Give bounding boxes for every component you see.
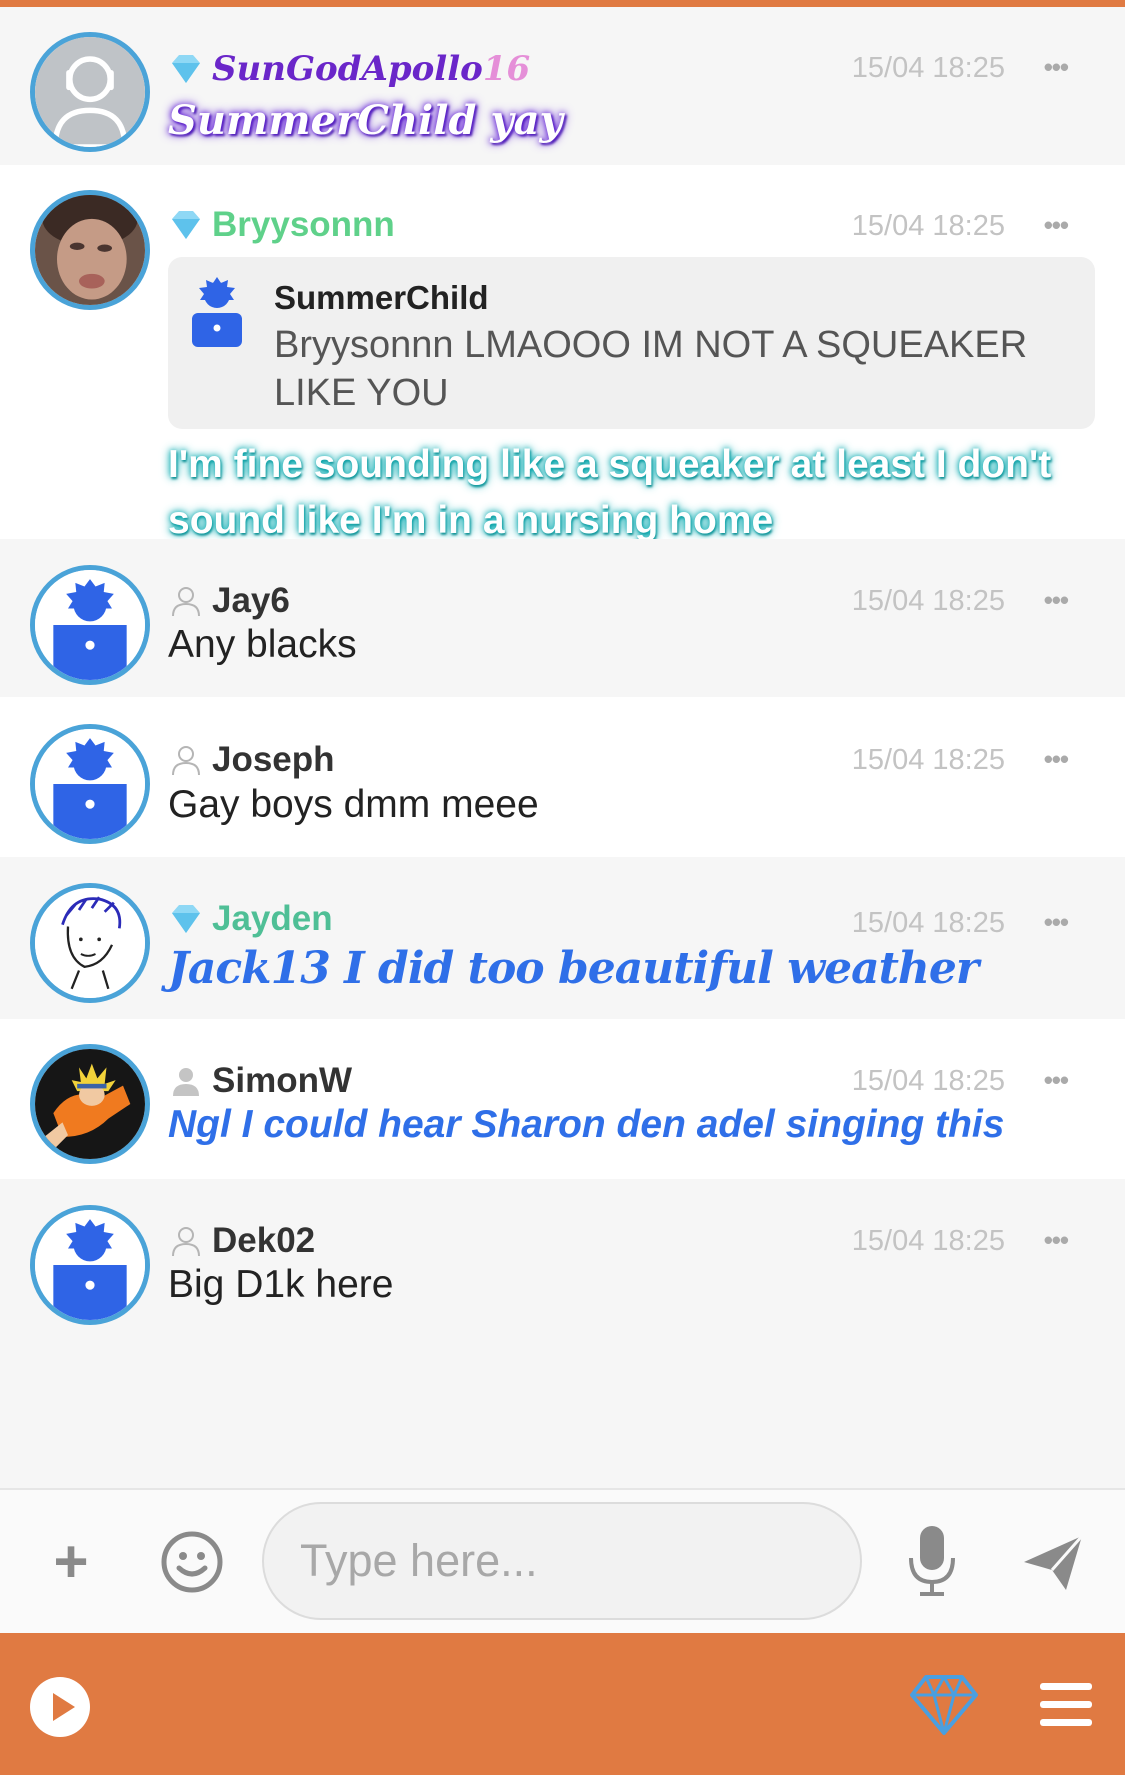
default-user-avatar-icon: [35, 1210, 145, 1320]
avatar[interactable]: [30, 565, 150, 685]
username[interactable]: SimonW: [212, 1061, 352, 1101]
timestamp: 15/04 18:25: [851, 907, 1005, 939]
sketch-avatar-icon: [35, 888, 145, 998]
chat-message[interactable]: Joseph 15/04 18:25 ••• Gay boys dmm meee: [0, 697, 1125, 857]
message-input[interactable]: [300, 1528, 820, 1594]
username[interactable]: Joseph: [212, 740, 335, 780]
message-text: SummerChild yay: [168, 97, 563, 144]
message-text: Jack13 I did too beautiful weather: [168, 943, 979, 994]
user-outline-icon: [168, 1223, 204, 1259]
diamond-icon: [168, 207, 204, 243]
avatar[interactable]: [30, 1205, 150, 1325]
message-composer: +: [0, 1488, 1125, 1633]
username[interactable]: Jay6: [212, 581, 290, 621]
chat-message[interactable]: Dek02 15/04 18:25 ••• Big D1k here: [0, 1179, 1125, 1488]
user-outline-icon: [168, 583, 204, 619]
play-icon[interactable]: [28, 1675, 92, 1739]
add-attachment-button[interactable]: +: [46, 1532, 96, 1592]
message-text: Big D1k here: [168, 1263, 394, 1306]
timestamp: 15/04 18:25: [851, 1225, 1005, 1257]
username-row: SunGodApollo16: [168, 47, 530, 91]
username[interactable]: Bryysonnn: [212, 205, 395, 245]
send-icon[interactable]: [1022, 1532, 1084, 1594]
username-fade: 16: [482, 49, 531, 89]
default-user-avatar-icon: [35, 570, 145, 680]
username-main: SunGodApollo: [212, 49, 483, 89]
message-text: Ngl I could hear Sharon den adel singing…: [168, 1103, 1005, 1146]
username-row: Jayden: [168, 897, 333, 941]
more-options-icon[interactable]: •••: [1044, 52, 1069, 83]
username[interactable]: Dek02: [212, 1221, 315, 1261]
username-row: Joseph: [168, 738, 335, 782]
emoji-icon[interactable]: [160, 1530, 224, 1594]
username-row: Jay6: [168, 579, 290, 623]
username[interactable]: Jayden: [212, 899, 333, 939]
default-user-avatar-icon: [35, 729, 145, 839]
anime-avatar-icon: [35, 1049, 145, 1159]
default-user-avatar-icon: [35, 37, 145, 147]
bottom-bar: [0, 1633, 1125, 1775]
default-user-avatar-icon: [190, 275, 244, 349]
timestamp: 15/04 18:25: [851, 585, 1005, 617]
chat-message[interactable]: Jayden 15/04 18:25 ••• Jack13 I did too …: [0, 857, 1125, 1019]
quoted-username: SummerChild: [274, 279, 489, 316]
more-options-icon[interactable]: •••: [1044, 744, 1069, 775]
microphone-icon[interactable]: [906, 1524, 958, 1598]
avatar[interactable]: [30, 1044, 150, 1164]
more-options-icon[interactable]: •••: [1044, 585, 1069, 616]
timestamp: 15/04 18:25: [851, 1065, 1005, 1097]
diamond-icon[interactable]: [908, 1673, 980, 1737]
message-text: Any blacks: [168, 623, 357, 666]
user-filled-icon: [168, 1063, 204, 1099]
username-row: Dek02: [168, 1219, 315, 1263]
timestamp: 15/04 18:25: [851, 744, 1005, 776]
message-text: I'm fine sounding like a squeaker at lea…: [168, 443, 1052, 542]
username[interactable]: SunGodApollo16: [212, 49, 530, 89]
quoted-message[interactable]: SummerChild Bryysonnn LMAOOO IM NOT A SQ…: [168, 257, 1095, 429]
message-text: Gay boys dmm meee: [168, 783, 539, 826]
more-options-icon[interactable]: •••: [1044, 1225, 1069, 1256]
chat-message[interactable]: SimonW 15/04 18:25 ••• Ngl I could hear …: [0, 1019, 1125, 1179]
chat-message[interactable]: Bryysonnn 15/04 18:25 ••• SummerChild Br…: [0, 165, 1125, 542]
chat-feed[interactable]: SunGodApollo16 15/04 18:25 ••• SummerChi…: [0, 7, 1125, 1488]
username-row: Bryysonnn: [168, 203, 395, 247]
more-options-icon[interactable]: •••: [1044, 1065, 1069, 1096]
more-options-icon[interactable]: •••: [1044, 907, 1069, 938]
avatar[interactable]: [30, 724, 150, 844]
more-options-icon[interactable]: •••: [1044, 210, 1069, 241]
avatar[interactable]: [30, 190, 150, 310]
chat-message[interactable]: Jay6 15/04 18:25 ••• Any blacks: [0, 539, 1125, 697]
avatar[interactable]: [30, 883, 150, 1003]
avatar[interactable]: [30, 32, 150, 152]
timestamp: 15/04 18:25: [851, 52, 1005, 84]
hamburger-menu-icon[interactable]: [1038, 1681, 1094, 1729]
timestamp: 15/04 18:25: [851, 210, 1005, 242]
username-row: SimonW: [168, 1059, 352, 1103]
top-accent-strip: [0, 0, 1125, 7]
photo-avatar-icon: [35, 195, 145, 305]
diamond-icon: [168, 51, 204, 87]
diamond-icon: [168, 901, 204, 937]
chat-message[interactable]: SunGodApollo16 15/04 18:25 ••• SummerChi…: [0, 7, 1125, 165]
quoted-text: Bryysonnn LMAOOO IM NOT A SQUEAKER LIKE …: [274, 324, 1028, 414]
message-input-wrapper: [262, 1502, 862, 1620]
user-outline-icon: [168, 742, 204, 778]
